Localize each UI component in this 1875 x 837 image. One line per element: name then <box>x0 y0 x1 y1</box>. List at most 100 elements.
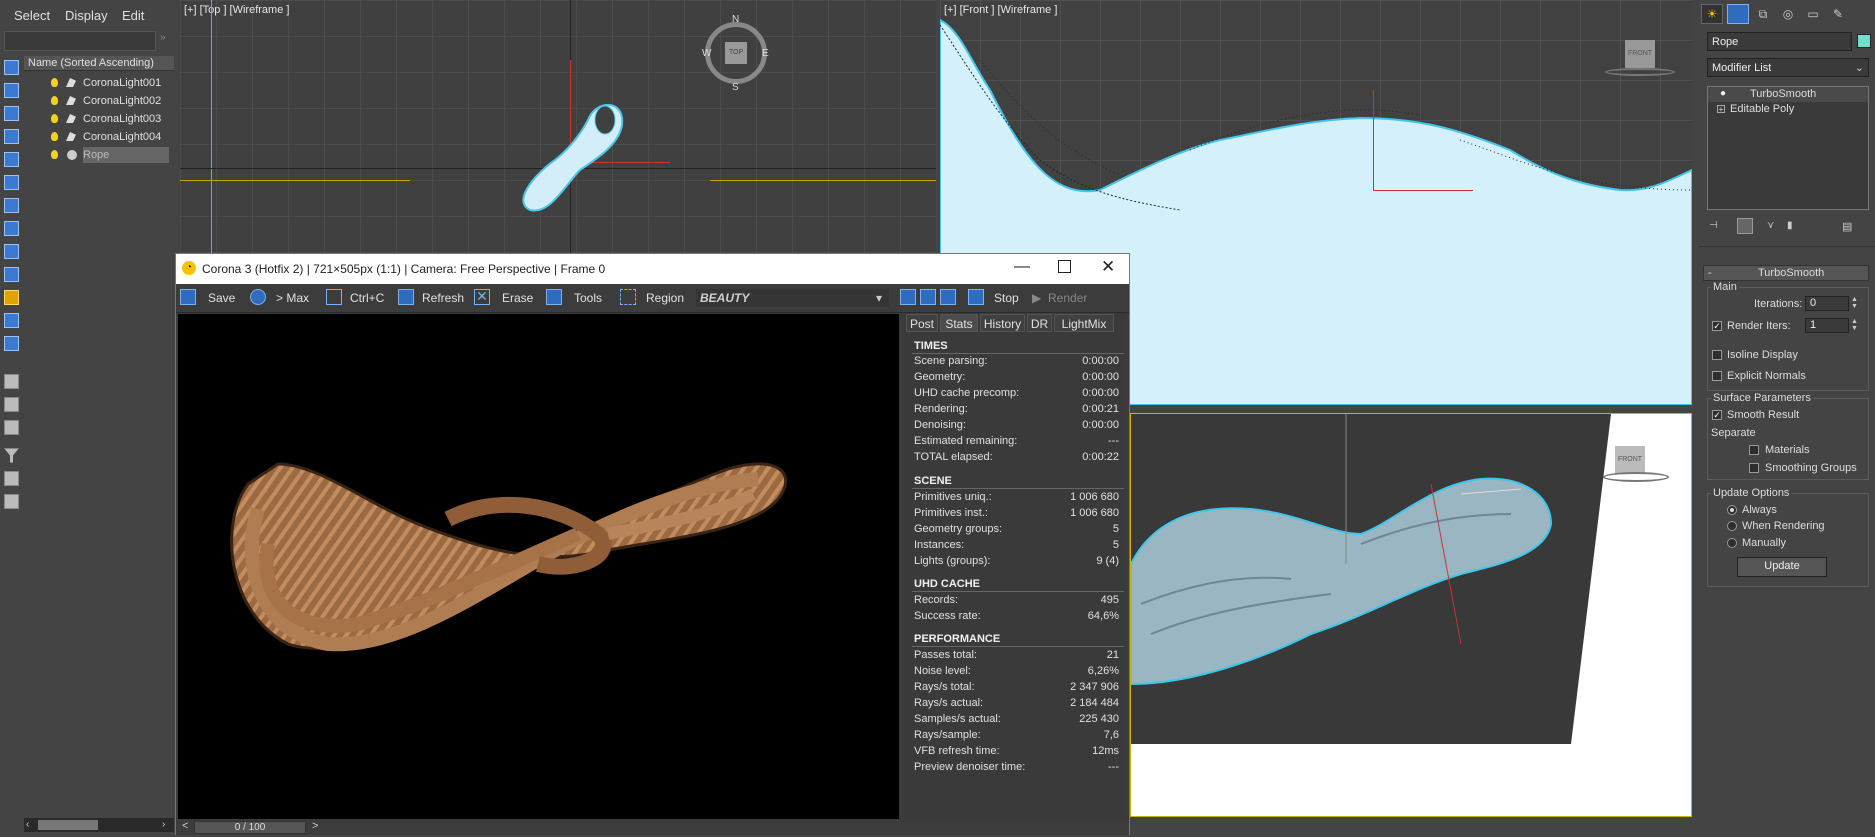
tab-dr[interactable]: DR <box>1027 314 1052 332</box>
corona-vfb-window[interactable]: ◔ Corona 3 (Hotfix 2) | 721×505px (1:1) … <box>175 253 1130 835</box>
viewcube-ring[interactable] <box>1605 68 1675 76</box>
frame-slider[interactable]: 0 / 100 <box>194 821 306 834</box>
display-hidden-icon[interactable] <box>4 336 19 351</box>
update-manually-radio[interactable] <box>1727 538 1737 548</box>
prev-frame-button[interactable]: < <box>182 820 188 832</box>
explorer-row-selected[interactable]: Rope <box>24 147 174 163</box>
smoothing-groups-checkbox[interactable] <box>1749 463 1759 473</box>
modifier-stack[interactable]: ● TurboSmooth + Editable Poly <box>1707 86 1869 210</box>
render-play-icon[interactable]: ▶ <box>1032 289 1041 307</box>
remove-modifier-icon[interactable]: ▮ <box>1787 220 1799 232</box>
menu-display[interactable]: Display <box>65 8 108 23</box>
tab-stats[interactable]: Stats <box>940 314 978 332</box>
explicit-normals-checkbox[interactable] <box>1712 371 1722 381</box>
display-bones-icon[interactable] <box>4 267 19 282</box>
utilities-tab-icon[interactable]: ✎ <box>1827 4 1849 24</box>
channel-select[interactable]: BEAUTY ▾ <box>696 289 889 307</box>
viewcube-top-face[interactable]: TOP <box>725 42 747 64</box>
display-helpers-icon[interactable] <box>4 175 19 190</box>
stack-item-turbosmooth[interactable]: ● TurboSmooth <box>1708 87 1868 102</box>
time-slider-bar[interactable]: < 0 / 100 > <box>176 820 1129 835</box>
update-when-rendering-radio[interactable] <box>1727 521 1737 531</box>
light-bulb-icon[interactable] <box>51 150 58 159</box>
display-groups-icon[interactable] <box>4 221 19 236</box>
viewport-top[interactable]: [+] [Top ] [Wireframe ] TOP N S E W <box>180 0 936 255</box>
minimize-icon[interactable]: — <box>1014 258 1030 276</box>
explorer-row[interactable]: CoronaLight003 <box>24 111 174 127</box>
viewport-label[interactable]: [+] [Top ] [Wireframe ] <box>184 4 289 16</box>
copy-icon[interactable] <box>326 289 342 305</box>
turbosmooth-rollout-header[interactable]: - TurboSmooth <box>1703 265 1869 281</box>
light-bulb-icon[interactable] <box>51 114 58 123</box>
refresh-icon[interactable] <box>398 289 414 305</box>
render-iters-checkbox[interactable]: ✓ <box>1712 321 1722 331</box>
explorer-search-input[interactable] <box>4 31 156 51</box>
layers-icon[interactable] <box>4 494 19 509</box>
motion-tab-icon[interactable]: ◎ <box>1777 4 1799 24</box>
render-button[interactable]: Render <box>1048 289 1087 307</box>
object-name-field[interactable]: Rope <box>1707 32 1852 51</box>
save-icon[interactable] <box>180 289 196 305</box>
viewcube-perspective[interactable]: FRONT <box>1615 446 1645 474</box>
scrollbar-thumb[interactable] <box>38 820 98 830</box>
update-always-radio[interactable] <box>1727 505 1737 515</box>
display-geometry-icon[interactable] <box>4 83 19 98</box>
vfb-titlebar[interactable]: ◔ Corona 3 (Hotfix 2) | 721×505px (1:1) … <box>176 254 1129 284</box>
explorer-row[interactable]: CoronaLight004 <box>24 129 174 145</box>
explorer-row[interactable]: CoronaLight002 <box>24 93 174 109</box>
region-button[interactable]: Region <box>646 289 684 307</box>
iterations-spinner[interactable]: 0 <box>1805 296 1849 311</box>
display-none-icon[interactable] <box>4 60 19 75</box>
zoom-fit-icon[interactable] <box>940 289 956 305</box>
display-tab-icon[interactable]: ▭ <box>1802 4 1824 24</box>
hierarchy-tab-icon[interactable]: ⧉ <box>1752 4 1774 24</box>
expand-plus-icon[interactable]: + <box>1717 105 1725 114</box>
configure-sets-icon[interactable]: ▤ <box>1842 220 1858 234</box>
zoom-out-icon[interactable] <box>920 289 936 305</box>
menu-edit[interactable]: Edit <box>122 8 144 23</box>
erase-icon[interactable]: ✕ <box>474 289 490 305</box>
modifier-list-dropdown[interactable]: Modifier List ⌄ <box>1707 58 1869 77</box>
menu-select[interactable]: Select <box>14 8 50 23</box>
modify-tab-icon[interactable] <box>1727 4 1749 24</box>
stop-button[interactable]: Stop <box>994 289 1019 307</box>
scroll-left-icon[interactable]: ‹ <box>26 819 36 831</box>
save-button[interactable]: Save <box>208 289 235 307</box>
stack-item-editable-poly[interactable]: + Editable Poly <box>1708 102 1868 117</box>
render-iters-spinner[interactable]: 1 <box>1805 318 1849 333</box>
display-lights-icon[interactable] <box>4 129 19 144</box>
copy-page-icon[interactable] <box>4 420 19 435</box>
to-max-button[interactable]: > Max <box>276 289 309 307</box>
explorer-row[interactable]: CoronaLight001 <box>24 75 174 91</box>
light-bulb-icon[interactable] <box>51 96 58 105</box>
viewport-perspective[interactable]: FRONT <box>1130 413 1692 817</box>
light-bulb-icon[interactable] <box>51 132 58 141</box>
display-containers-icon[interactable] <box>4 290 19 305</box>
explorer-horizontal-scrollbar[interactable]: ‹ › <box>24 818 174 832</box>
tab-post[interactable]: Post <box>906 314 938 332</box>
display-xrefs-icon[interactable] <box>4 244 19 259</box>
filter-icon[interactable] <box>4 448 19 463</box>
show-end-result-icon[interactable] <box>1737 218 1753 234</box>
materials-checkbox[interactable] <box>1749 445 1759 455</box>
spinner-arrows-icon[interactable]: ▲ ▼ <box>1851 296 1859 311</box>
display-spacewarps-icon[interactable] <box>4 198 19 213</box>
next-frame-button[interactable]: > <box>312 820 318 832</box>
isoline-display-checkbox[interactable] <box>1712 350 1722 360</box>
pin-stack-icon[interactable]: ⊣ <box>1709 220 1721 232</box>
search-options-icon[interactable]: » <box>160 32 172 46</box>
viewcube-ring[interactable] <box>1603 472 1669 482</box>
object-color-swatch[interactable] <box>1857 34 1871 48</box>
page-icon[interactable] <box>4 397 19 412</box>
make-unique-icon[interactable]: ⋎ <box>1767 220 1779 232</box>
stop-icon[interactable] <box>968 289 984 305</box>
render-image[interactable] <box>178 314 899 819</box>
layer-list-icon[interactable] <box>4 374 19 389</box>
lightbulb-icon[interactable]: ● <box>1720 88 1730 99</box>
tab-lightmix[interactable]: LightMix <box>1054 314 1114 332</box>
tools-button[interactable]: Tools <box>574 289 602 307</box>
explorer-column-header[interactable]: Name (Sorted Ascending) <box>24 56 174 71</box>
viewcube-front-face[interactable]: FRONT <box>1625 40 1655 68</box>
to-max-icon[interactable] <box>250 289 266 305</box>
copy-button[interactable]: Ctrl+C <box>350 289 384 307</box>
